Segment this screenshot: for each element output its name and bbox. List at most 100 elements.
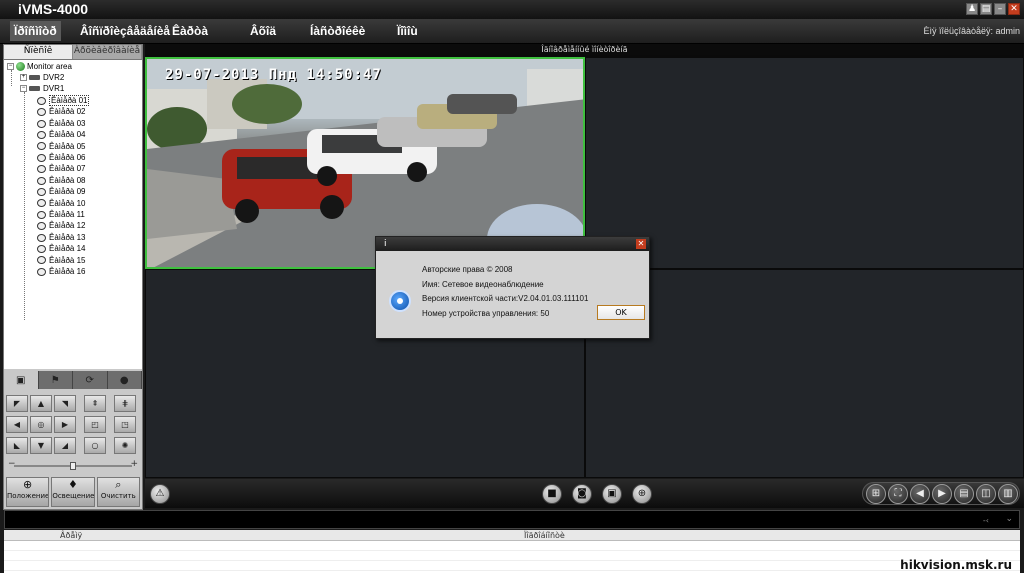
tree-item-dvr1[interactable]: − DVR1	[20, 83, 64, 94]
previous-page-icon[interactable]: ◀	[910, 484, 930, 504]
collapse-log-icon[interactable]: ⌄	[1005, 514, 1013, 524]
tree-item-camera[interactable]: Êàìåðà 01	[37, 95, 90, 106]
position-button[interactable]: ⊕ Положение	[6, 477, 50, 507]
tree-item-dvr2[interactable]: + DVR2	[20, 72, 64, 83]
fullscreen-icon[interactable]: ⛶	[888, 484, 908, 504]
stop-button[interactable]: ■	[542, 484, 562, 504]
tree-item-camera[interactable]: Êàìåðà 15	[37, 255, 85, 266]
dialog-version: Версия клиентской части:V2.04.01.03.1111…	[422, 294, 589, 303]
tree-item-camera[interactable]: Êàìåðà 06	[37, 152, 85, 163]
patrol-tab-icon[interactable]: ⟳	[73, 371, 108, 389]
ptz-down-right-button[interactable]: ◢	[54, 437, 76, 454]
tree-item-camera[interactable]: Êàìåðà 10	[37, 198, 85, 209]
menu-item-settings[interactable]: Íàñòðîéêè	[310, 24, 365, 38]
dialog-title: i	[376, 237, 649, 251]
tree-item-camera[interactable]: Êàìåðà 16	[37, 266, 85, 277]
dialog-close-button[interactable]: ✕	[636, 239, 646, 249]
next-page-icon[interactable]: ▶	[932, 484, 952, 504]
color-tab-icon[interactable]: ●	[108, 371, 142, 389]
lock-icon[interactable]: ▤	[980, 3, 992, 15]
log-toolbar: -‹ ⌄	[4, 510, 1020, 529]
ptz-left-button[interactable]: ◀	[6, 416, 28, 433]
camera-label: Êàìåðà 04	[49, 130, 86, 140]
minimize-button[interactable]: –	[994, 3, 1006, 15]
tree-item-camera[interactable]: Êàìåðà 11	[37, 209, 85, 220]
tab-list[interactable]: Ñïèñîê	[4, 45, 73, 59]
snapshot-button[interactable]: ▣	[602, 484, 622, 504]
ptz-tabs: ▣ ⚑ ⟳ ●	[4, 371, 142, 389]
tree-item-camera[interactable]: Êàìåðà 13	[37, 232, 85, 243]
left-panel-tabs: Ñïèñîê Àðõèâèðîâàíèå	[4, 45, 142, 59]
focus-near-button[interactable]: ◰	[84, 416, 106, 433]
close-button[interactable]: ✕	[1008, 3, 1020, 15]
collapse-icon[interactable]: −	[7, 63, 14, 71]
zoom-in-button[interactable]: ⇞	[84, 395, 106, 412]
camera-icon	[37, 142, 46, 151]
tree-item-camera[interactable]: Êàìåðà 12	[37, 220, 85, 231]
camera-label: Êàìåðà 09	[49, 187, 86, 197]
wiper-button[interactable]: ⌕ Очистить	[96, 477, 140, 507]
app-title: iVMS-4000	[18, 1, 89, 17]
tree-item-camera[interactable]: Êàìåðà 14	[37, 243, 85, 254]
device-tree: − Monitor area + DVR2 − DVR1 Êàìåðà 01 Êàìåð…	[4, 59, 142, 369]
menu-item-view[interactable]: Ïðîñìîòð	[10, 21, 61, 41]
ptz-speed-slider[interactable]: − +	[8, 459, 138, 470]
zoom-out-button[interactable]: ⋕	[114, 395, 136, 412]
tab-archive[interactable]: Àðõèâèðîâàíèå	[73, 45, 142, 59]
alarm-icon[interactable]: ⚠	[150, 484, 170, 504]
camera-icon	[37, 222, 46, 231]
ptz-tab-icon[interactable]: ▣	[4, 371, 39, 389]
ptz-down-left-button[interactable]: ◣	[6, 437, 28, 454]
ptz-up-button[interactable]: ▲	[30, 395, 52, 412]
ptz-down-button[interactable]: ▼	[30, 437, 52, 454]
dvr-icon	[29, 86, 40, 92]
camera-label: Êàìåðà 10	[49, 198, 86, 208]
ptz-auto-button[interactable]: ◎	[30, 416, 52, 433]
layout-grid-icon[interactable]: ⊞	[866, 484, 886, 504]
camera-label: Êàìåðà 07	[49, 164, 86, 174]
menu-item-login[interactable]: Âõîä	[250, 24, 276, 38]
tree-root[interactable]: − Monitor area	[7, 61, 72, 72]
menu-item-map[interactable]: Êàðòà	[172, 24, 208, 38]
video-cell-2[interactable]	[585, 57, 1024, 269]
expand-icon[interactable]: +	[20, 74, 27, 82]
tree-item-camera[interactable]: Êàìåðà 09	[37, 186, 85, 197]
preset-tab-icon[interactable]: ⚑	[39, 371, 73, 389]
video-cell-4[interactable]	[585, 269, 1024, 478]
camera-icon	[37, 165, 46, 174]
ptz-up-left-button[interactable]: ◤	[6, 395, 28, 412]
login-info: Èìÿ ïîëüçîâàòåëÿ: admin	[923, 26, 1020, 36]
ok-button[interactable]: OK	[597, 305, 645, 320]
digital-zoom-button[interactable]: ⊕	[632, 484, 652, 504]
light-button[interactable]: ♦ Освещение	[51, 477, 95, 507]
menu-bar: Ïðîñìîòð Âîñïðîèçâåäåíèå Êàðòà Âõîä Íàñò…	[0, 19, 1024, 44]
ptz-right-button[interactable]: ▶	[54, 416, 76, 433]
tree-item-camera[interactable]: Êàìåðà 08	[37, 175, 85, 186]
camera-label: Êàìåðà 01	[49, 95, 90, 106]
tree-item-camera[interactable]: Êàìåðà 07	[37, 163, 85, 174]
slider-thumb[interactable]	[70, 462, 76, 470]
tree-item-camera[interactable]: Êàìåðà 02	[37, 106, 85, 117]
print-icon[interactable]: ▥	[998, 484, 1018, 504]
tree-item-camera[interactable]: Êàìåðà 04	[37, 129, 85, 140]
menu-item-help[interactable]: Ïîìîù	[397, 24, 418, 38]
user-icon[interactable]: ♟	[966, 3, 978, 15]
dialog-copyright: Авторские права © 2008	[422, 265, 513, 274]
focus-far-button[interactable]: ◳	[114, 416, 136, 433]
ptz-up-right-button[interactable]: ◥	[54, 395, 76, 412]
record-button[interactable]: ◙	[572, 484, 592, 504]
log-column-details[interactable]: Ïîäðîáíîñòè	[524, 531, 565, 540]
menu-item-playback[interactable]: Âîñïðîèçâåäåíèå	[80, 24, 170, 38]
window-icon[interactable]: ◫	[976, 484, 996, 504]
clear-log-icon[interactable]: -‹	[983, 516, 989, 525]
tree-item-camera[interactable]: Êàìåðà 03	[37, 118, 85, 129]
iris-close-button[interactable]: ✺	[114, 437, 136, 454]
camera-icon	[37, 176, 46, 185]
tree-item-camera[interactable]: Êàìåðà 05	[37, 141, 85, 152]
sequence-icon[interactable]: ▤	[954, 484, 974, 504]
collapse-icon[interactable]: −	[20, 85, 27, 93]
zoom-icon: ⊕	[23, 478, 33, 491]
camera-label: Êàìåðà 02	[49, 107, 86, 117]
iris-open-button[interactable]: ○	[84, 437, 106, 454]
log-column-time[interactable]: Âðåìÿ	[60, 531, 82, 540]
